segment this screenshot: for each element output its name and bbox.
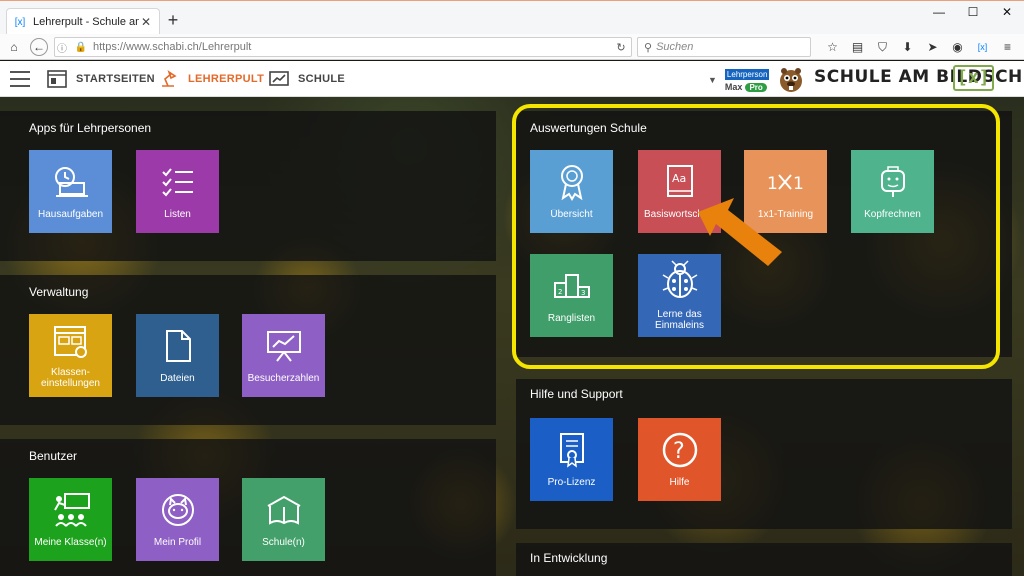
presentation-chart-icon — [242, 326, 325, 366]
pro-badge: Pro — [745, 82, 767, 92]
tile-mein-profil-label: Mein Profil — [153, 537, 202, 548]
back-button[interactable]: ← — [30, 38, 48, 56]
chevron-down-icon[interactable]: ▼ — [708, 75, 717, 85]
tile-dateien[interactable]: Dateien — [136, 314, 219, 397]
svg-text:?: ? — [673, 439, 685, 464]
account-name-row: Max Pro — [725, 82, 769, 92]
close-window-icon[interactable]: ✕ — [990, 1, 1024, 23]
hamburger-menu-icon[interactable]: ≡ — [995, 37, 1020, 57]
url-bar[interactable]: ⓘ 🔒 https://www.schabi.ch/Lehrerpult ↻ — [54, 37, 632, 57]
download-icon[interactable]: ⬇ — [895, 37, 920, 57]
home-icon[interactable]: ⌂ — [4, 37, 24, 57]
reload-icon[interactable]: ↻ — [611, 41, 631, 54]
panel-entwicklung: In Entwicklung — [516, 543, 1012, 576]
schabi-favicon-icon: [x] — [14, 16, 26, 28]
search-icon: ⚲ — [644, 41, 653, 54]
panel-entwicklung-title: In Entwicklung — [530, 551, 608, 565]
info-icon[interactable]: ⓘ — [55, 40, 69, 55]
main-content: Apps für Lehrpersonen Verwaltung Benutze… — [0, 97, 1024, 576]
clock-laptop-icon — [29, 162, 112, 202]
tab-title: Lehrerpult - Schule am Bild — [33, 16, 139, 28]
panel-benutzer-title: Benutzer — [29, 449, 78, 463]
startseiten-icon — [46, 70, 68, 88]
url-text[interactable]: https://www.schabi.ch/Lehrerpult — [93, 41, 611, 53]
nav-schule[interactable]: SCHULE — [268, 61, 345, 97]
toolbar-icons: ☆ ▤ ⛉ ⬇ ➤ ◉ [x] ≡ — [820, 37, 1020, 57]
tile-hausaufgaben-label: Hausaufgaben — [37, 209, 104, 220]
tile-klasseneinstellungen[interactable]: Klassen- einstellungen — [29, 314, 112, 397]
schabi-extension-icon[interactable]: [x] — [970, 37, 995, 57]
site-logo-mark[interactable]: [x] — [953, 65, 994, 91]
checklist-icon — [136, 162, 219, 202]
certificate-icon — [530, 430, 613, 470]
cat-profile-icon — [136, 490, 219, 530]
new-tab-button[interactable]: + — [164, 11, 182, 29]
tile-meine-klassen-label: Meine Klasse(n) — [34, 537, 107, 548]
library-icon[interactable]: ▤ — [845, 37, 870, 57]
account-role-badge: Lehrperson — [724, 68, 770, 80]
question-icon: ? — [638, 430, 721, 470]
tile-hausaufgaben[interactable]: Hausaufgaben — [29, 150, 112, 233]
nav-startseiten-label: STARTSEITEN — [76, 73, 155, 85]
pointer-arrow-icon — [698, 198, 782, 266]
panel-hilfe-title: Hilfe und Support — [530, 387, 623, 401]
account-menu[interactable]: ▼ Lehrperson Max Pro — [708, 67, 770, 93]
account-name: Max — [724, 81, 743, 92]
lamp-icon — [158, 70, 180, 88]
panel-apps-title: Apps für Lehrpersonen — [29, 121, 152, 135]
browser-tab[interactable]: [x] Lehrerpult - Schule am Bild ✕ — [6, 8, 160, 35]
tile-pro-lizenz[interactable]: Pro-Lizenz — [530, 418, 613, 501]
tile-meine-klassen[interactable]: Meine Klasse(n) — [29, 478, 112, 561]
maximize-icon[interactable]: ☐ — [956, 1, 990, 23]
send-icon[interactable]: ➤ — [920, 37, 945, 57]
site-header: STARTSEITEN LEHRERPULT SCHULE ▼ Lehrpers… — [0, 61, 1024, 97]
panel-verwaltung-title: Verwaltung — [29, 285, 89, 299]
tile-schulen-label: Schule(n) — [262, 537, 305, 548]
beaver-mascot-icon — [776, 64, 806, 94]
search-placeholder: Suchen — [656, 41, 694, 53]
chart-board-icon — [268, 70, 290, 88]
close-tab-icon[interactable]: ✕ — [139, 15, 153, 29]
nav-lehrerpult-label: LEHRERPULT — [188, 73, 265, 85]
file-icon — [136, 326, 219, 366]
class-settings-icon — [29, 322, 112, 362]
tile-besucherzahlen-label: Besucherzahlen — [247, 373, 320, 384]
book-house-icon — [242, 490, 325, 530]
nav-lehrerpult[interactable]: LEHRERPULT — [158, 61, 264, 97]
lock-icon[interactable]: 🔒 — [73, 42, 89, 53]
tile-listen[interactable]: Listen — [136, 150, 219, 233]
bookmark-star-icon[interactable]: ☆ — [820, 37, 845, 57]
browser-navbar: ⌂ ← ⓘ 🔒 https://www.schabi.ch/Lehrerpult… — [0, 34, 1024, 60]
tile-dateien-label: Dateien — [160, 373, 195, 384]
classroom-icon — [29, 490, 112, 530]
nav-schule-label: SCHULE — [298, 73, 346, 85]
tile-listen-label: Listen — [164, 209, 191, 220]
hamburger-menu-icon[interactable] — [10, 71, 30, 87]
tile-mein-profil[interactable]: Mein Profil — [136, 478, 219, 561]
browser-tabbar: [x] Lehrerpult - Schule am Bild ✕ + — ☐ … — [0, 0, 1024, 35]
search-input[interactable]: ⚲ Suchen — [637, 37, 811, 57]
tile-hilfe[interactable]: ? Hilfe — [638, 418, 721, 501]
sync-icon[interactable]: ◉ — [945, 37, 970, 57]
account-info: Lehrperson Max Pro — [724, 68, 770, 92]
tile-besucherzahlen[interactable]: Besucherzahlen — [242, 314, 325, 397]
nav-startseiten[interactable]: STARTSEITEN — [46, 61, 155, 97]
tile-schulen[interactable]: Schule(n) — [242, 478, 325, 561]
tile-hilfe-label: Hilfe — [669, 477, 690, 488]
minimize-icon[interactable]: — — [922, 1, 956, 23]
pocket-icon[interactable]: ⛉ — [870, 37, 895, 57]
tile-klasseneinstellungen-label: Klassen- einstellungen — [41, 367, 100, 389]
tile-pro-lizenz-label: Pro-Lizenz — [547, 477, 596, 488]
window-controls: — ☐ ✕ — [922, 1, 1024, 23]
